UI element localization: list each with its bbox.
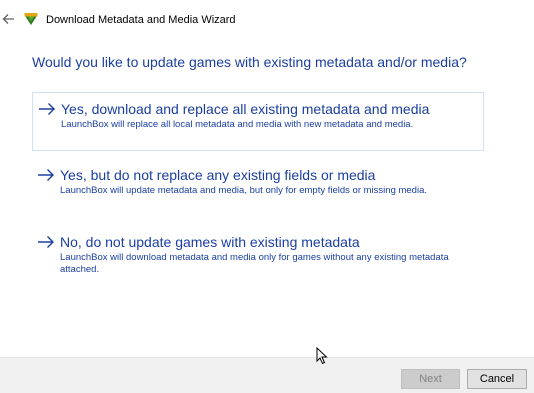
mouse-cursor-icon — [316, 346, 328, 365]
cancel-button[interactable]: Cancel — [467, 369, 527, 389]
option-description: LaunchBox will download metadata and med… — [60, 252, 449, 275]
launchbox-icon — [24, 12, 38, 26]
option-title: No, do not update games with existing me… — [60, 234, 360, 250]
back-arrow-icon[interactable] — [2, 11, 16, 27]
option-update-missing-only[interactable]: Yes, but do not replace any existing fie… — [32, 159, 484, 204]
option-description: LaunchBox will replace all local metadat… — [61, 119, 414, 130]
arrow-right-icon — [38, 102, 56, 116]
arrow-right-icon — [37, 235, 55, 249]
option-title: Yes, but do not replace any existing fie… — [60, 167, 376, 183]
option-do-not-update[interactable]: No, do not update games with existing me… — [32, 226, 484, 288]
option-description: LaunchBox will update metadata and media… — [60, 185, 428, 196]
option-replace-all[interactable]: Yes, download and replace all existing m… — [32, 92, 484, 151]
footer-bar: Next Cancel — [0, 357, 534, 393]
title-bar: Download Metadata and Media Wizard — [0, 0, 534, 40]
next-button[interactable]: Next — [401, 369, 460, 389]
window-title: Download Metadata and Media Wizard — [46, 14, 236, 26]
option-title: Yes, download and replace all existing m… — [61, 101, 430, 117]
main-instruction: Would you like to update games with exis… — [32, 54, 467, 70]
arrow-right-icon — [37, 168, 55, 182]
